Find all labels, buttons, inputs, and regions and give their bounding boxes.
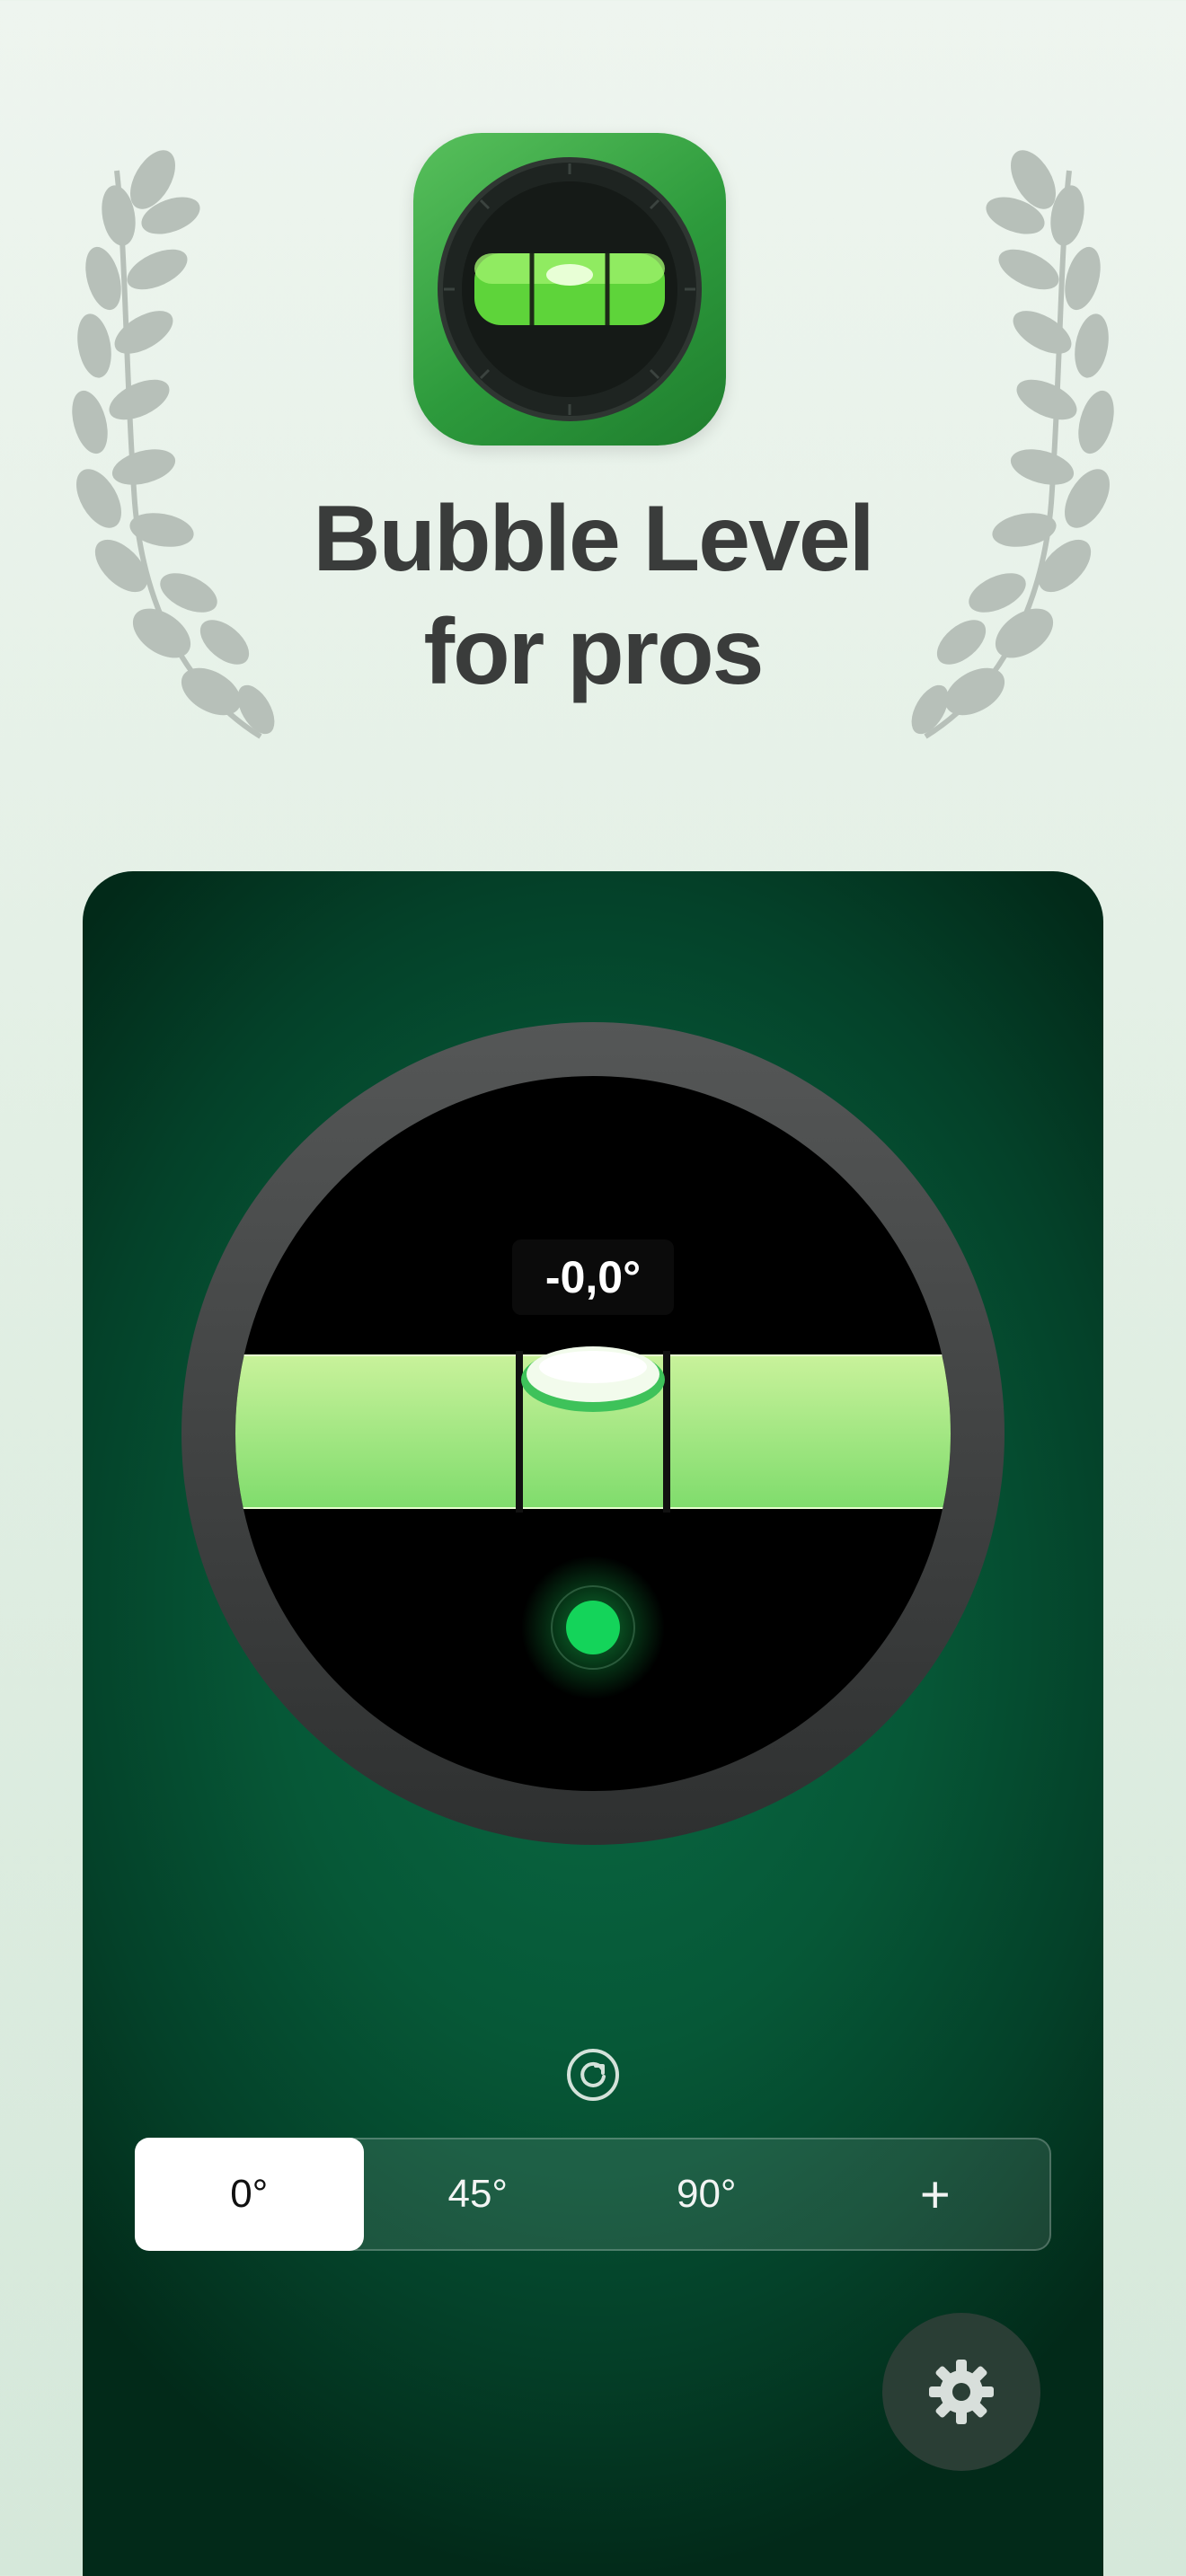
- promo-title-line-2: for pros: [423, 600, 765, 704]
- bubble-level-icon: [438, 157, 702, 421]
- center-indicator: [566, 1601, 620, 1654]
- app-icon: [413, 133, 726, 446]
- refresh-icon[interactable]: [566, 2048, 620, 2102]
- add-mode-button[interactable]: +: [821, 2139, 1050, 2249]
- gear-icon: [929, 2360, 994, 2424]
- angle-mode-selector: 0° 45° 90° +: [135, 2138, 1051, 2251]
- phone-screen: -0,0° 0° 45° 90° +: [83, 871, 1103, 2576]
- level-dial: [181, 1022, 1005, 1845]
- settings-button[interactable]: [882, 2313, 1040, 2471]
- mode-option-45[interactable]: 45°: [364, 2139, 593, 2249]
- angle-reading: -0,0°: [512, 1239, 674, 1315]
- mode-option-0[interactable]: 0°: [135, 2138, 364, 2251]
- promo-title-line-1: Bubble Level: [313, 487, 874, 591]
- mode-option-90[interactable]: 90°: [592, 2139, 821, 2249]
